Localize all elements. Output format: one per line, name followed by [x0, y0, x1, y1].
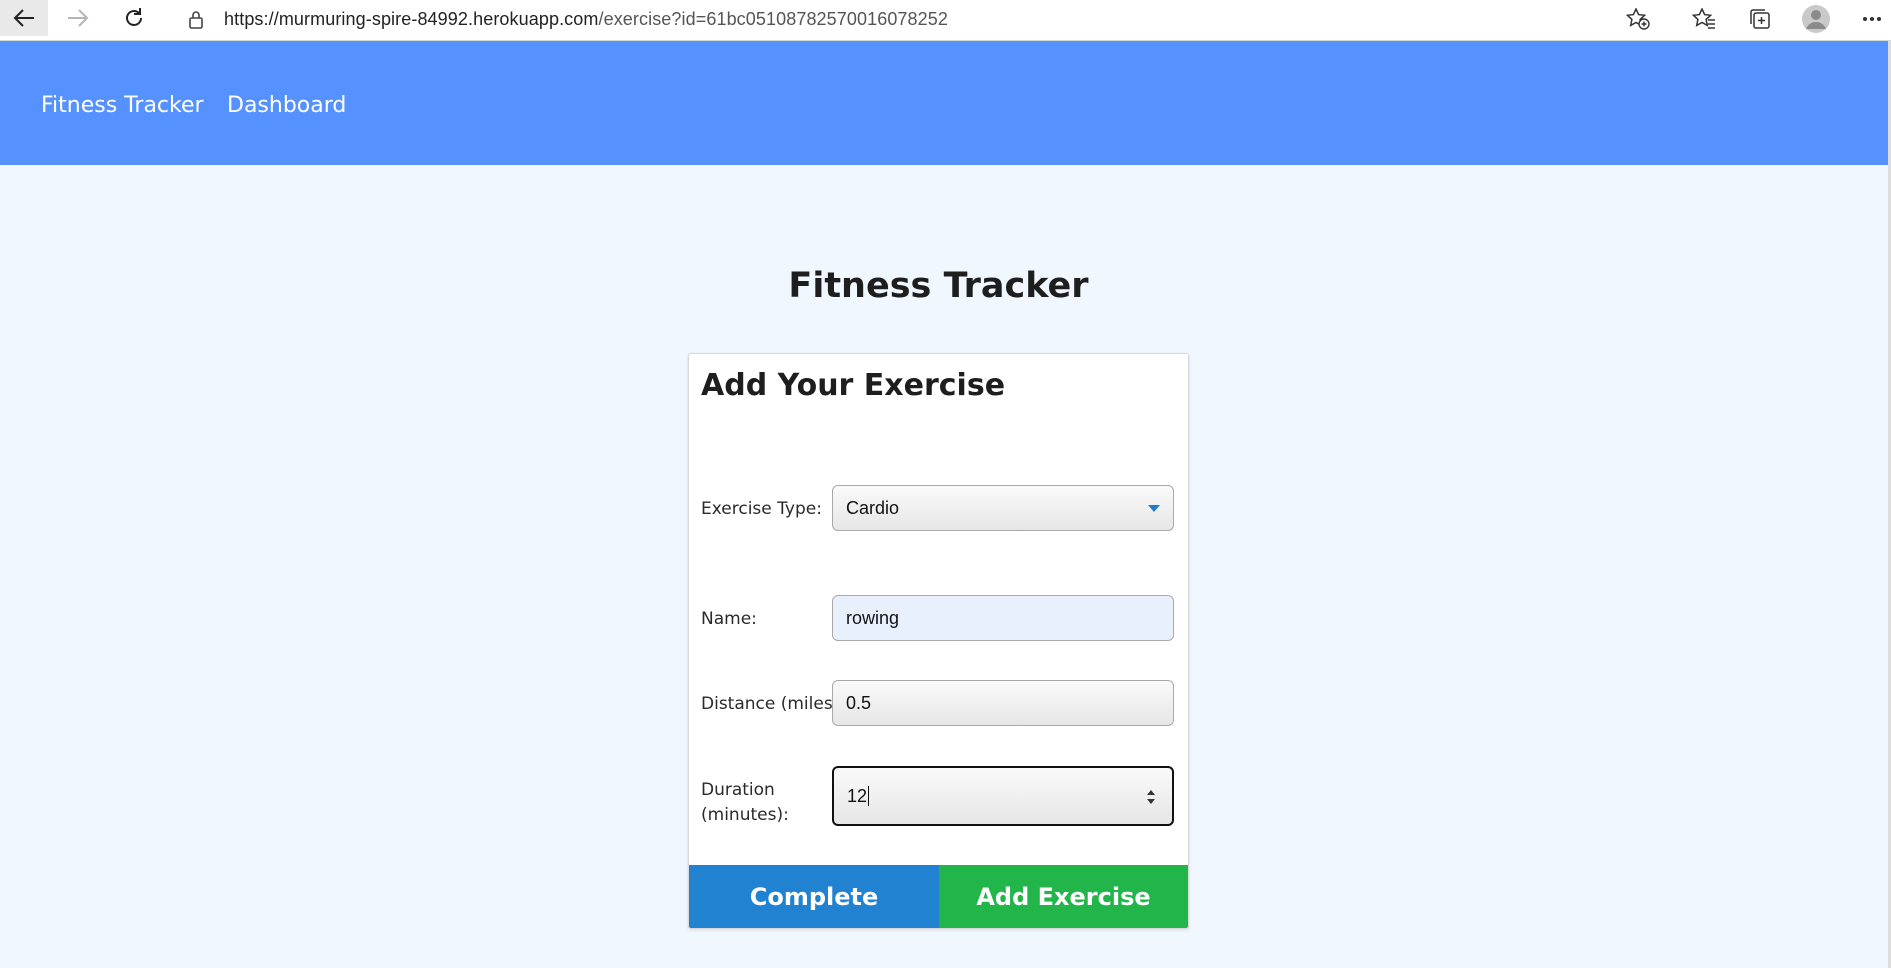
nav-brand-link[interactable]: Fitness Tracker: [41, 93, 204, 118]
duration-input[interactable]: 12: [832, 766, 1174, 826]
card-heading: Add Your Exercise: [701, 368, 1006, 403]
forward-arrow-icon: [68, 9, 89, 27]
duration-label-line1: Duration: [701, 780, 775, 800]
back-arrow-icon: [13, 9, 34, 27]
address-bar[interactable]: https://murmuring-spire-84992.herokuapp.…: [170, 2, 1670, 36]
name-value: rowing: [846, 607, 900, 628]
app-navbar: Fitness Tracker Dashboard: [0, 41, 1888, 165]
back-button[interactable]: [0, 0, 48, 36]
distance-input[interactable]: 0.5: [832, 680, 1174, 726]
name-label: Name:: [701, 609, 757, 629]
exercise-type-value: Cardio: [846, 497, 900, 518]
url-host: https://murmuring-spire-84992.herokuapp.…: [224, 9, 599, 29]
reload-button[interactable]: [110, 0, 158, 36]
more-icon[interactable]: [1852, 4, 1891, 34]
name-input[interactable]: rowing: [832, 595, 1174, 641]
favorites-icon[interactable]: [1684, 4, 1724, 34]
add-favorite-icon[interactable]: [1625, 7, 1650, 35]
forward-button[interactable]: [54, 0, 102, 36]
add-exercise-button[interactable]: Add Exercise: [939, 865, 1188, 928]
page-title: Fitness Tracker: [788, 266, 1089, 306]
text-cursor: [868, 786, 870, 806]
exercise-type-select[interactable]: Cardio: [832, 485, 1174, 531]
url-text: https://murmuring-spire-84992.herokuapp.…: [224, 9, 948, 30]
nav-dashboard-link[interactable]: Dashboard: [227, 93, 346, 118]
browser-toolbar: https://murmuring-spire-84992.herokuapp.…: [0, 0, 1891, 41]
profile-icon[interactable]: [1796, 4, 1836, 34]
complete-button[interactable]: Complete: [689, 865, 939, 928]
duration-value: 12: [847, 785, 868, 806]
reload-icon: [126, 8, 142, 26]
collections-icon[interactable]: [1740, 4, 1780, 34]
distance-label: Distance (miles):: [701, 694, 846, 714]
distance-value: 0.5: [846, 692, 872, 713]
exercise-type-label: Exercise Type:: [701, 499, 822, 519]
add-exercise-card: Add Your Exercise Exercise Type: Cardio …: [688, 353, 1189, 929]
number-spinner-icon[interactable]: [1146, 789, 1156, 810]
duration-label-line2: (minutes):: [701, 805, 789, 825]
lock-icon: [188, 10, 204, 34]
url-path: /exercise?id=61bc05108782570016078252: [598, 9, 948, 29]
chevron-down-icon: [1148, 505, 1160, 512]
